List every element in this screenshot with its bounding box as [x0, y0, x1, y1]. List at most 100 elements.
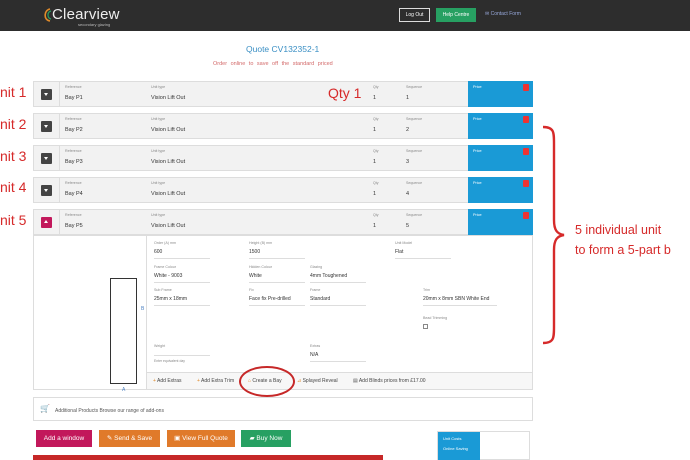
cost-summary-header: Unit Costs Online Saving: [438, 432, 480, 460]
help-centre-button[interactable]: Help Centre: [436, 8, 476, 22]
unit-type-value[interactable]: Vision Lift Out: [151, 191, 185, 197]
reference-value[interactable]: Bay P5: [65, 223, 83, 229]
trim-value[interactable]: 20mm x 8mm SBN White End: [423, 296, 497, 306]
expand-toggle-button[interactable]: [41, 153, 52, 164]
fix-field[interactable]: Fix Face fix Pre-drilled: [249, 288, 305, 306]
qty-value[interactable]: 1: [373, 127, 379, 133]
clearview-logo[interactable]: Clearview secondary glazing: [42, 4, 122, 28]
collapse-toggle-button[interactable]: [41, 217, 52, 228]
delete-icon[interactable]: [523, 116, 529, 123]
reference-value[interactable]: Bay P2: [65, 127, 83, 133]
weight-value[interactable]: [154, 352, 210, 356]
view-full-quote-button[interactable]: ▣ View Full Quote: [167, 430, 235, 447]
splayed-reveal-label: Splayed Reveal: [302, 378, 338, 384]
window-diagram-pane: B A: [34, 236, 147, 393]
qty-header: Qty: [373, 213, 379, 217]
sub-frame-field[interactable]: Sub Frame 25mm x 18mm: [154, 288, 210, 306]
fix-value[interactable]: Face fix Pre-drilled: [249, 296, 305, 306]
row-divider: [59, 114, 60, 138]
sequence-header: Sequence: [406, 149, 423, 153]
online-saving-label: Online Saving: [443, 446, 468, 451]
reference-value[interactable]: Bay P3: [65, 159, 83, 165]
qty-value[interactable]: 1: [373, 191, 379, 197]
unit-model-field[interactable]: Unit Model Flat: [395, 241, 451, 259]
frame-field[interactable]: Frame Standard: [310, 288, 366, 306]
glazing-value[interactable]: 4mm Toughened: [310, 273, 366, 283]
qty-value[interactable]: 1: [373, 159, 379, 165]
qty-value[interactable]: 1: [373, 95, 379, 101]
expand-toggle-button[interactable]: [41, 121, 52, 132]
sequence-value[interactable]: 4: [406, 191, 422, 197]
contact-form-link[interactable]: ✉ Contact Form: [485, 11, 521, 17]
hidden-colour-field[interactable]: Hidden Colour White: [249, 265, 305, 283]
sequence-value[interactable]: 1: [406, 95, 422, 101]
delete-icon[interactable]: [523, 180, 529, 187]
add-extra-trim-button[interactable]: + Add Extra Trim: [197, 378, 234, 384]
expand-toggle-button[interactable]: [41, 185, 52, 196]
weight-field[interactable]: Weight Enter equivalent day: [154, 344, 210, 363]
expand-toggle-button[interactable]: [41, 89, 52, 100]
unit-detail-panel: B A Order (A) mm 600 Height (B) mm 1500 Un…: [33, 235, 533, 393]
sub-frame-label: Sub Frame: [154, 288, 172, 292]
delete-icon[interactable]: [523, 84, 529, 91]
reference-cell: Reference Bay P4: [65, 181, 83, 197]
hidden-colour-value[interactable]: White: [249, 273, 305, 283]
unit-type-value[interactable]: Vision Lift Out: [151, 223, 185, 229]
qty-header: Qty: [373, 117, 379, 121]
weight-label: Weight: [154, 344, 166, 348]
order-width-value[interactable]: 600: [154, 249, 210, 259]
height-field[interactable]: Height (B) mm 1500: [249, 241, 305, 259]
additional-products-bar[interactable]: 🛒 Additional Products Browse our range o…: [33, 397, 533, 421]
trim-field[interactable]: Trim 20mm x 8mm SBN White End: [423, 288, 497, 306]
unit-type-value[interactable]: Vision Lift Out: [151, 127, 185, 133]
unit-type-value[interactable]: Vision Lift Out: [151, 159, 185, 165]
add-extras-button[interactable]: + Add Extras: [153, 378, 182, 384]
order-width-field[interactable]: Order (A) mm 600: [154, 241, 210, 259]
glazing-field[interactable]: Glazing 4mm Toughened: [310, 265, 366, 283]
splayed-reveal-button[interactable]: ⊿ Splayed Reveal: [297, 378, 338, 384]
qty-header: Qty: [373, 85, 379, 89]
row-divider: [59, 82, 60, 106]
add-extras-label: Add Extras: [157, 378, 182, 384]
reference-value[interactable]: Bay P1: [65, 95, 83, 101]
extras-field[interactable]: Extras N/A: [310, 344, 366, 362]
delete-icon[interactable]: [523, 212, 529, 219]
unit-row-expanded: Reference Bay P5 Unit type Vision Lift Out…: [33, 209, 533, 235]
qty-cell: Qty 1: [373, 149, 379, 165]
add-extra-trim-label: Add Extra Trim: [201, 378, 235, 384]
bead-trimming-label: Bead Trimming: [423, 316, 448, 320]
add-window-button[interactable]: Add a window: [36, 430, 92, 447]
frame-colour-field[interactable]: Frame Colour White - 9003: [154, 265, 210, 283]
unit-type-cell: Unit type Vision Lift Out: [151, 213, 185, 229]
reference-value[interactable]: Bay P4: [65, 191, 83, 197]
reference-header: Reference: [65, 85, 82, 89]
send-save-button[interactable]: ✎ Send & Save: [99, 430, 160, 447]
frame-value[interactable]: Standard: [310, 296, 366, 306]
qty-value[interactable]: 1: [373, 223, 379, 229]
unit-model-value[interactable]: Flat: [395, 249, 451, 259]
add-blinds-button[interactable]: ▤ Add Blinds prices from £17.00: [353, 378, 426, 384]
log-out-button[interactable]: Log Out: [399, 8, 430, 22]
sequence-cell: Sequence 3: [406, 149, 422, 165]
sequence-value[interactable]: 5: [406, 223, 422, 229]
sequence-value[interactable]: 2: [406, 127, 422, 133]
order-width-label: Order (A) mm: [154, 241, 176, 245]
price-header: Price: [473, 149, 482, 153]
extras-value[interactable]: N/A: [310, 352, 366, 362]
unit-type-value[interactable]: Vision Lift Out: [151, 95, 185, 101]
buy-now-button[interactable]: ▰ Buy Now: [241, 430, 291, 447]
sequence-value[interactable]: 3: [406, 159, 422, 165]
reference-header: Reference: [65, 181, 82, 185]
sub-frame-value[interactable]: 25mm x 18mm: [154, 296, 210, 306]
document-icon: ▣: [174, 435, 183, 442]
height-value[interactable]: 1500: [249, 249, 305, 259]
curly-brace-annotation: [542, 125, 565, 345]
delete-icon[interactable]: [523, 148, 529, 155]
unit-row: Reference Bay P4 Unit type Vision Lift Out…: [33, 177, 533, 203]
cost-summary-panel: Unit Costs Online Saving: [437, 431, 530, 460]
unit-annotation: nit 1: [0, 84, 27, 100]
extras-bar: + Add Extras + Add Extra Trim ⌂ Create a…: [147, 372, 532, 389]
height-label: Height (B) mm: [249, 241, 273, 245]
bead-trimming-checkbox[interactable]: [423, 324, 428, 329]
frame-colour-value[interactable]: White - 9003: [154, 273, 210, 283]
